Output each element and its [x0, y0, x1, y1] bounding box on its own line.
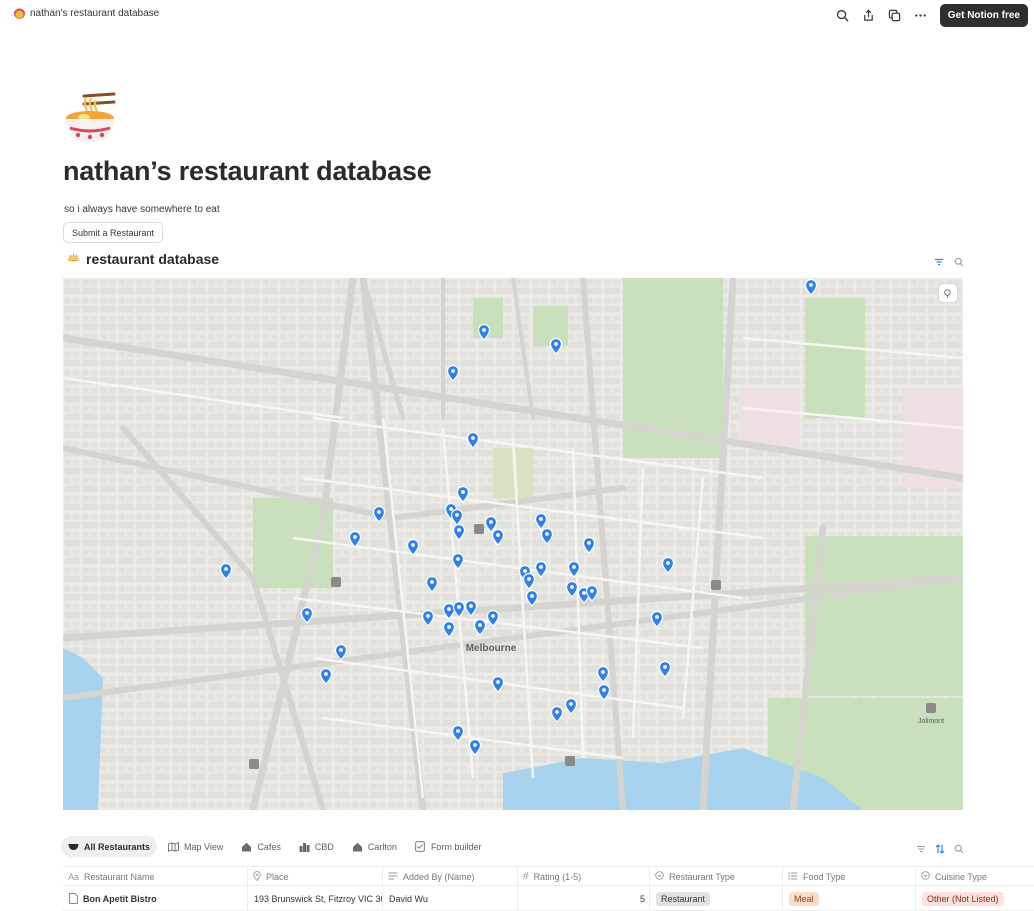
search-icon[interactable] — [836, 9, 850, 23]
restaurant-type-tag: Restaurant — [656, 892, 711, 906]
map-label-melbourne: Melbourne — [466, 643, 517, 654]
tab-label: CBD — [314, 841, 334, 852]
lines-icon — [388, 872, 398, 882]
pin-icon — [253, 870, 261, 883]
tab-carlton[interactable]: Carlton — [345, 836, 404, 857]
map-icon — [168, 841, 179, 852]
form-icon — [415, 841, 426, 852]
database-title[interactable]: restaurant database — [66, 251, 219, 267]
top-bar: nathan's restaurant database Get Notion … — [0, 0, 1034, 30]
map-label-jolimont: Jolimont — [918, 718, 944, 725]
cell-restaurant-name[interactable]: Bon Apetit Bistro — [63, 887, 248, 911]
food-type-tag: Meal — [789, 892, 819, 906]
tab-label: Map View — [184, 841, 224, 852]
text-icon: Aa — [68, 871, 80, 882]
map-control-button[interactable] — [939, 284, 957, 302]
bowl-icon — [68, 841, 79, 852]
ramen-bowl-icon — [14, 8, 25, 19]
city-icon — [299, 841, 310, 852]
tab-cafes[interactable]: Cafes — [234, 836, 288, 857]
house-icon — [352, 841, 363, 852]
filter-icon[interactable] — [916, 841, 926, 859]
tab-label: Cafes — [257, 841, 281, 852]
sort-icon[interactable] — [935, 841, 945, 859]
page-title: nathan’s restaurant database — [63, 156, 432, 186]
view-actions — [916, 841, 964, 859]
breadcrumb-page-name: nathan's restaurant database — [30, 8, 160, 19]
top-actions: Get Notion free — [836, 4, 1028, 27]
tab-label: Carlton — [367, 841, 397, 852]
cell-rating[interactable]: 5 — [518, 887, 650, 911]
map-view[interactable]: Melbourne Jolimont — [63, 278, 963, 810]
search-icon[interactable] — [954, 841, 964, 859]
duplicate-icon[interactable] — [888, 9, 902, 23]
tab-map-view[interactable]: Map View — [161, 836, 230, 857]
cell-added-by[interactable]: David Wu — [383, 887, 518, 911]
breadcrumb[interactable]: nathan's restaurant database — [14, 8, 159, 19]
tab-all-restaurants[interactable]: All Restaurants — [61, 836, 158, 857]
select-icon — [655, 871, 664, 882]
page-icon — [69, 892, 78, 906]
submit-restaurant-button[interactable]: Submit a Restaurant — [63, 222, 164, 243]
column-cuisine-type[interactable]: Cuisine Type — [916, 867, 1034, 886]
ramen-bowl-icon[interactable] — [64, 92, 116, 144]
more-icon[interactable] — [914, 9, 928, 23]
view-tabs: All Restaurants Map View Cafes CBD Carlt… — [61, 836, 488, 857]
hash-icon: # — [523, 871, 529, 882]
cell-restaurant-type[interactable]: Restaurant — [650, 887, 783, 911]
house-icon — [241, 841, 252, 852]
tab-form-builder[interactable]: Form builder — [408, 836, 489, 857]
column-restaurant-name[interactable]: Aa Restaurant Name — [63, 867, 248, 886]
map-canvas[interactable]: Melbourne Jolimont — [63, 278, 963, 810]
get-notion-free-button[interactable]: Get Notion free — [939, 4, 1028, 27]
column-added-by[interactable]: Added By (Name) — [383, 867, 518, 886]
column-rating[interactable]: # Rating (1-5) — [518, 867, 650, 886]
dumpling-icon — [66, 251, 81, 267]
table-header: Aa Restaurant Name Place Added By (Name)… — [63, 866, 1034, 886]
page-description: so i always have somewhere to eat — [64, 204, 220, 215]
table-row[interactable]: Bon Apetit Bistro 193 Brunswick St, Fitz… — [63, 887, 1034, 911]
cell-place[interactable]: 193 Brunswick St, Fitzroy VIC 3065 — [248, 887, 383, 911]
column-place[interactable]: Place — [248, 867, 383, 886]
select-icon — [921, 871, 930, 882]
database-title-text: restaurant database — [86, 251, 220, 267]
tab-label: All Restaurants — [84, 841, 151, 852]
column-food-type[interactable]: Food Type — [783, 867, 916, 886]
share-icon[interactable] — [862, 9, 876, 23]
filter-icon[interactable] — [934, 254, 944, 272]
cuisine-type-tag: Other (Not Listed) — [922, 892, 1004, 906]
search-icon[interactable] — [954, 254, 964, 272]
tab-label: Form builder — [430, 841, 482, 852]
cell-food-type[interactable]: Meal — [783, 887, 916, 911]
tab-cbd[interactable]: CBD — [292, 836, 341, 857]
database-actions — [934, 254, 964, 272]
list-icon — [788, 871, 798, 882]
column-restaurant-type[interactable]: Restaurant Type — [650, 867, 783, 886]
cell-cuisine-type[interactable]: Other (Not Listed) — [916, 887, 1034, 911]
